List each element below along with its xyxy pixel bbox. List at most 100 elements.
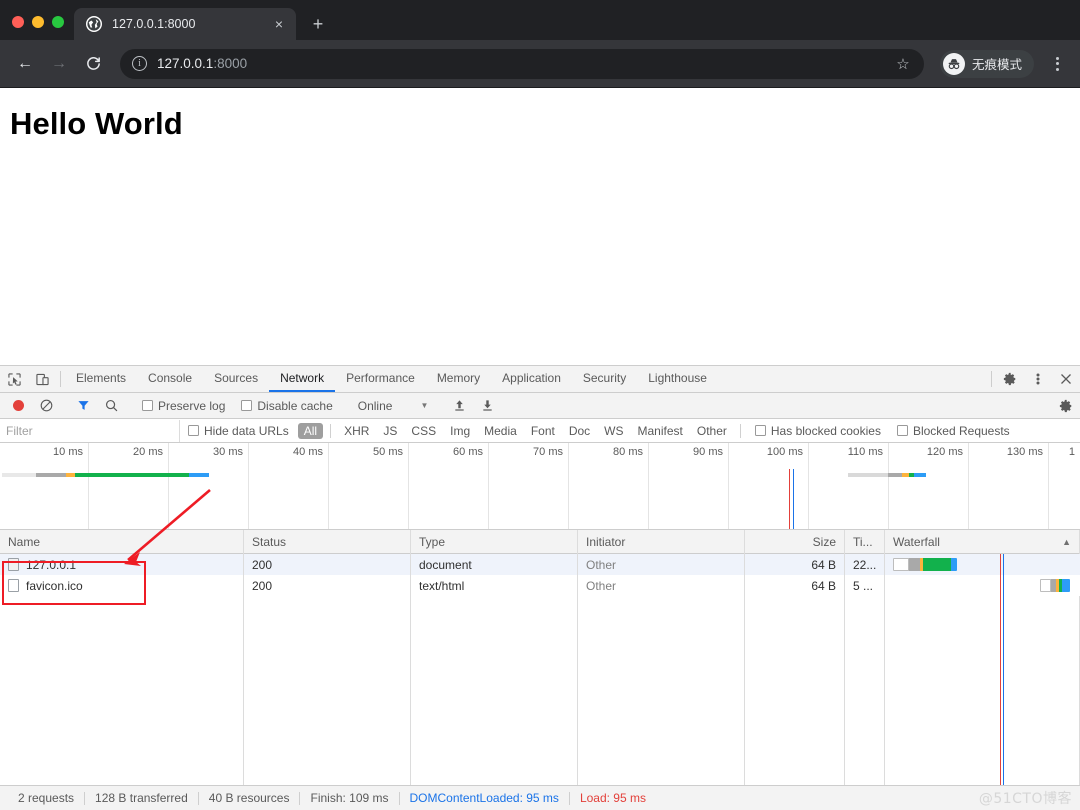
reload-icon[interactable] [78,49,108,79]
filter-type-ws[interactable]: WS [598,423,629,439]
overview-tick-line [568,443,569,529]
overview-tick-line [248,443,249,529]
filter-type-img[interactable]: Img [444,423,476,439]
close-devtools-icon[interactable] [1052,366,1080,392]
clear-icon[interactable] [32,399,60,412]
filter-type-doc[interactable]: Doc [563,423,596,439]
filter-type-other[interactable]: Other [691,423,733,439]
filter-type-css[interactable]: CSS [405,423,442,439]
bookmark-star-icon[interactable]: ☆ [890,51,916,77]
filter-type-font[interactable]: Font [525,423,561,439]
tab-network[interactable]: Network [269,366,335,392]
hide-data-urls-checkbox[interactable]: Hide data URLs [180,424,297,438]
export-har-icon[interactable] [473,399,501,412]
overview-tick-line [88,443,89,529]
network-overview-timeline[interactable]: 10 ms20 ms30 ms40 ms50 ms60 ms70 ms80 ms… [0,443,1080,530]
hide-data-urls-label: Hide data URLs [204,424,289,438]
filter-type-xhr[interactable]: XHR [338,423,375,439]
tab-security[interactable]: Security [572,366,637,392]
overview-bar-segment [189,473,209,477]
tab-console[interactable]: Console [137,366,203,392]
more-options-icon[interactable] [1024,366,1052,392]
inspect-element-icon[interactable] [0,366,28,392]
import-har-icon[interactable] [445,399,473,412]
close-window-button[interactable] [12,16,24,28]
address-bar[interactable]: i 127.0.0.1:8000 ☆ [120,49,924,79]
overview-tick-line [488,443,489,529]
overview-bar-segment [36,473,66,477]
filter-type-manifest[interactable]: Manifest [632,423,689,439]
tab-application[interactable]: Application [491,366,572,392]
overview-tick-line [648,443,649,529]
preserve-log-checkbox[interactable]: Preserve log [134,399,233,413]
browser-tab[interactable]: 127.0.0.1:8000 × [74,8,296,40]
column-header-waterfall[interactable]: Waterfall▲ [885,530,1080,554]
column-header-ti[interactable]: Ti... [845,530,885,554]
overview-bar-segment [2,473,36,477]
overview-tick-label: 100 ms [767,446,808,458]
tab-performance[interactable]: Performance [335,366,426,392]
search-icon[interactable] [97,399,125,412]
table-row[interactable]: 127.0.0.1200documentOther64 B22... [0,554,1080,575]
column-header-initiator[interactable]: Initiator [578,530,745,554]
tab-lighthouse[interactable]: Lighthouse [637,366,718,392]
overview-tick-label: 20 ms [133,446,168,458]
disable-cache-checkbox[interactable]: Disable cache [233,399,340,413]
overview-tick-label: 10 ms [53,446,88,458]
network-settings-gear-icon[interactable] [1052,399,1080,413]
finish-time: Finish: 109 ms [300,791,398,805]
gear-icon[interactable] [996,366,1024,392]
column-header-type[interactable]: Type [411,530,578,554]
empty-grid-column [745,596,845,785]
filter-icon[interactable] [69,399,97,412]
blocked-requests-checkbox[interactable]: Blocked Requests [889,424,1018,438]
site-info-icon[interactable]: i [132,56,147,71]
tab-elements[interactable]: Elements [65,366,137,392]
overview-tick-line [968,443,969,529]
window-traffic-lights [8,16,74,40]
column-header-name[interactable]: Name [0,530,244,554]
column-header-status[interactable]: Status [244,530,411,554]
sort-indicator-icon[interactable]: ▲ [1062,537,1071,547]
empty-grid-column [244,596,411,785]
filter-type-js[interactable]: JS [377,423,403,439]
tab-memory[interactable]: Memory [426,366,491,392]
has-blocked-cookies-checkbox[interactable]: Has blocked cookies [747,424,889,438]
dom-content-loaded-time: DOMContentLoaded: 95 ms [400,791,569,805]
overview-tick-label: 90 ms [693,446,728,458]
cell-name: favicon.ico [0,575,244,596]
checkbox-box [142,400,153,411]
cell-status: 200 [244,575,411,596]
waterfall-event-line [1003,554,1004,785]
maximize-window-button[interactable] [52,16,64,28]
empty-grid-column [0,596,244,785]
overview-request-bar [848,473,926,477]
resources-size: 40 B resources [199,791,300,805]
new-tab-button[interactable]: + [304,10,332,38]
tab-sources[interactable]: Sources [203,366,269,392]
table-header-row: NameStatusTypeInitiatorSizeTi...Waterfal… [0,530,1080,554]
incognito-badge[interactable]: 无痕模式 [940,50,1034,78]
throttling-dropdown[interactable]: Online ▼ [350,399,437,413]
close-icon[interactable]: × [270,15,288,33]
back-icon[interactable]: ← [10,49,40,79]
overview-tick-label: 30 ms [213,446,248,458]
overview-request-bar [2,473,209,477]
request-name: favicon.ico [26,579,83,593]
page-content: Hello World [0,88,1080,365]
minimize-window-button[interactable] [32,16,44,28]
filter-type-media[interactable]: Media [478,423,523,439]
forward-icon[interactable]: → [44,49,74,79]
file-icon [8,579,19,592]
column-header-size[interactable]: Size [745,530,845,554]
empty-grid-column [885,596,1080,785]
browser-menu-icon[interactable] [1044,51,1070,77]
overview-tick-line [408,443,409,529]
filter-input[interactable] [0,420,180,442]
url-port: :8000 [213,56,247,71]
record-button[interactable] [4,400,32,411]
filter-type-all[interactable]: All [298,423,323,439]
table-row[interactable]: favicon.ico200text/htmlOther64 B5 ... [0,575,1080,596]
requests-count: 2 requests [8,791,84,805]
device-toolbar-icon[interactable] [28,366,56,392]
